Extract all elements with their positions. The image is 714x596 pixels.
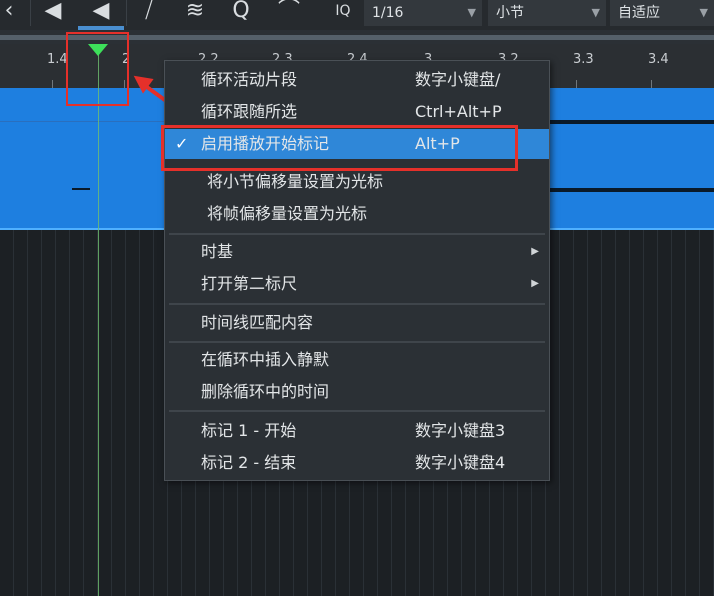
quantize-value: 1/16 [372, 5, 404, 21]
ruler-label: 3.4 [648, 52, 669, 67]
chevron-icon[interactable]: ‹ [0, 0, 24, 26]
ruler-tick [52, 80, 53, 88]
quantize-dropdown[interactable]: 1/16 ▼ [364, 0, 482, 26]
menu-item-label: 标记 1 - 开始 [201, 421, 297, 440]
speaker-icon[interactable]: ◀ [86, 0, 116, 26]
menu-item-label: 时基 [201, 242, 234, 261]
menu-item-label: 循环活动片段 [201, 70, 298, 89]
timebase-value: 小节 [496, 5, 524, 21]
menu-item-shortcut: Ctrl+Alt+P [415, 102, 502, 121]
ruler-tick [576, 80, 577, 88]
menu-item-marker-1-start[interactable]: 标记 1 - 开始 数字小键盘3 [165, 416, 549, 446]
submenu-arrow-icon: ▶ [531, 278, 539, 289]
annotation-box-menu-item [161, 125, 518, 171]
annotation-box-marker [66, 32, 129, 106]
waveform-bottom [550, 188, 714, 192]
ruler-tick [651, 80, 652, 88]
menu-separator [169, 303, 545, 305]
menu-item-label: 循环跟随所选 [201, 102, 298, 121]
iq-button[interactable]: IQ [326, 0, 360, 26]
menu-item-shortcut: 数字小键盘3 [415, 421, 506, 440]
menu-item-set-frame-offset[interactable]: 将帧偏移量设置为光标 [165, 199, 549, 229]
ruler-context-menu: 循环活动片段 数字小键盘/ 循环跟随所选 Ctrl+Alt+P ✓ 启用播放开始… [164, 60, 550, 481]
waveform-icon[interactable]: ≋ [180, 0, 210, 26]
menu-item-loop-active-clip[interactable]: 循环活动片段 数字小键盘/ [165, 65, 549, 95]
menu-separator [169, 410, 545, 412]
divider [126, 0, 127, 26]
menu-item-shortcut: 数字小键盘4 [415, 453, 506, 472]
menu-item-set-bar-offset[interactable]: 将小节偏移量设置为光标 [165, 167, 549, 197]
timebase-dropdown[interactable]: 小节 ▼ [488, 0, 606, 26]
menu-item-label: 将小节偏移量设置为光标 [207, 172, 384, 191]
menu-item-label: 在循环中插入静默 [201, 350, 330, 369]
ruler-label: 1.4 [47, 52, 68, 67]
menu-item-label: 将帧偏移量设置为光标 [207, 204, 368, 223]
menu-item-label: 标记 2 - 结束 [201, 453, 297, 472]
zoom-value: 自适应 [618, 5, 660, 21]
menu-item-marker-2-end[interactable]: 标记 2 - 结束 数字小键盘4 [165, 448, 549, 478]
menu-item-insert-silence[interactable]: 在循环中插入静默 [165, 345, 549, 375]
menu-item-timeline-fit-content[interactable]: 时间线匹配内容 [165, 308, 549, 338]
menu-item-delete-time[interactable]: 删除循环中的时间 [165, 377, 549, 407]
menu-item-loop-follows-selection[interactable]: 循环跟随所选 Ctrl+Alt+P [165, 97, 549, 127]
caret-down-icon: ▼ [699, 6, 708, 19]
menu-item-open-second-ruler[interactable]: 打开第二标尺 ▶ [165, 269, 549, 299]
playhead-line [98, 52, 99, 596]
menu-item-label: 删除循环中的时间 [201, 382, 330, 401]
ruler-label: 3.3 [573, 52, 594, 67]
waveform-top [550, 120, 714, 124]
zoom-dropdown[interactable]: 自适应 ▼ [610, 0, 714, 26]
waveform-start [72, 188, 90, 190]
menu-separator [169, 341, 545, 343]
menu-item-shortcut: 数字小键盘/ [415, 70, 501, 89]
submenu-arrow-icon: ▶ [531, 246, 539, 257]
caret-down-icon: ▼ [467, 6, 476, 19]
divider [30, 0, 31, 26]
menu-item-label: 打开第二标尺 [201, 274, 298, 293]
split-icon[interactable]: ⧸ [134, 0, 164, 26]
menu-item-timebase[interactable]: 时基 ▶ [165, 237, 549, 267]
menu-separator [169, 233, 545, 235]
menu-item-label: 时间线匹配内容 [201, 313, 314, 332]
search-icon[interactable]: Q [226, 0, 256, 26]
speaker-left-icon[interactable]: ◀ [38, 0, 68, 26]
bend-icon[interactable]: ⌒ [274, 0, 304, 26]
toolbar: ‹ ◀ ◀ ⧸ ≋ Q ⌒ IQ 1/16 ▼ 小节 ▼ 自适应 ▼ [0, 0, 714, 30]
caret-down-icon: ▼ [591, 6, 600, 19]
